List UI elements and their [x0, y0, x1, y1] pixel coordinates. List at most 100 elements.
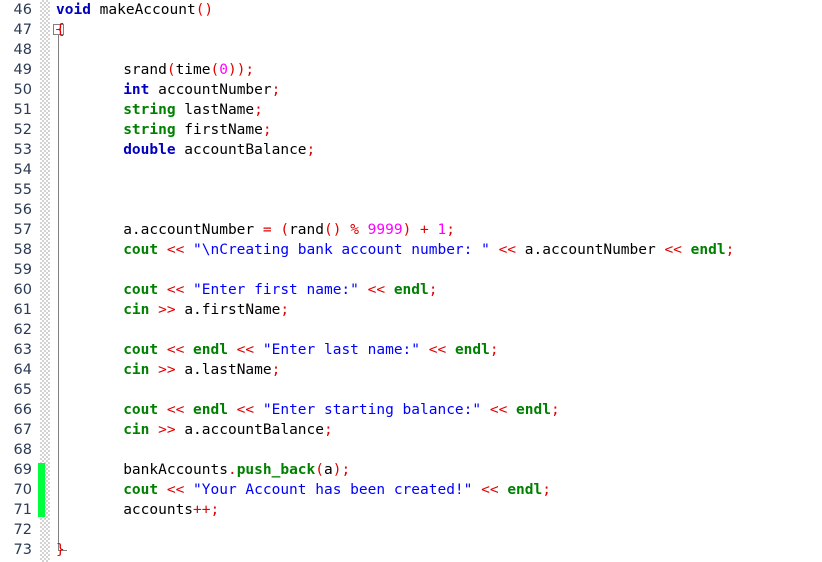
token-op: ; [550, 402, 560, 418]
code-line[interactable]: 68 [0, 440, 822, 460]
token-op: ; [280, 302, 290, 318]
token-op: << [227, 402, 263, 418]
code-text: void makeAccount() [56, 0, 213, 20]
code-line[interactable]: 58 cout << "\nCreating bank account numbe… [0, 240, 822, 260]
token-lib: endl [393, 282, 429, 298]
code-text: cin >> a.accountBalance; [123, 420, 333, 440]
line-number: 53 [13, 142, 32, 158]
token-str: "Enter first name:" [193, 282, 359, 298]
token-op: ) + [402, 222, 438, 238]
token-op: . [227, 462, 237, 478]
code-editor[interactable]: 46 void makeAccount() 47 {48 49 srand(time(0)… [0, 0, 822, 562]
code-text: bankAccounts.push_back(a); [123, 460, 350, 480]
line-number: 66 [13, 402, 32, 418]
code-line[interactable]: 50 int accountNumber; [0, 80, 822, 100]
code-line[interactable]: 55 [0, 180, 822, 200]
code-line[interactable]: 56 [0, 200, 822, 220]
token-lib: string [123, 122, 176, 138]
code-line[interactable]: 49 srand(time(0)); [0, 60, 822, 80]
token-plain: a.accountNumber [524, 242, 656, 258]
code-text: int accountNumber; [123, 80, 280, 100]
line-number: 56 [13, 202, 32, 218]
token-op: ; [324, 422, 333, 438]
code-line[interactable]: 53 double accountBalance; [0, 140, 822, 160]
code-line[interactable]: 70 cout << "Your Account has been created… [0, 480, 822, 500]
line-number: 51 [13, 102, 32, 118]
token-str: "Enter last name:" [262, 342, 421, 358]
token-lib: endl [454, 342, 490, 358]
code-line[interactable]: 48 [0, 40, 822, 60]
token-op: >> [149, 302, 185, 318]
token-lib: cout [123, 342, 159, 358]
code-line[interactable]: 51 string lastName; [0, 100, 822, 120]
token-plain: accountBalance [175, 142, 307, 158]
code-text: } [56, 540, 65, 560]
code-text: string firstName; [123, 120, 271, 140]
line-number: 54 [13, 162, 32, 178]
token-op: << [158, 242, 194, 258]
code-line[interactable]: 66 cout << endl << "Enter starting balanc… [0, 400, 822, 420]
line-number: 59 [13, 262, 32, 278]
code-line[interactable]: 46 void makeAccount() [0, 0, 822, 20]
token-plain: firstName [175, 122, 263, 138]
token-op: () [195, 2, 214, 18]
code-line[interactable]: 63 cout << endl << "Enter last name:" << … [0, 340, 822, 360]
token-op: << [158, 402, 194, 418]
code-text: cout << "Your Account has been created!"… [123, 480, 551, 500]
token-op: ++; [193, 502, 220, 518]
line-number: 69 [13, 462, 32, 478]
line-number: 70 [13, 482, 32, 498]
token-op: << [489, 242, 525, 258]
token-plain: a.lastName [184, 362, 272, 378]
code-line[interactable]: 69 bankAccounts.push_back(a); [0, 460, 822, 480]
code-line[interactable]: 64 cin >> a.lastName; [0, 360, 822, 380]
code-line[interactable]: 52 string firstName; [0, 120, 822, 140]
code-text: srand(time(0)); [123, 60, 254, 80]
code-lines[interactable]: 46 void makeAccount() 47 {48 49 srand(time(0)… [0, 0, 822, 562]
code-line[interactable]: 72 [0, 520, 822, 540]
token-op: << [227, 342, 263, 358]
line-number: 58 [13, 242, 32, 258]
code-line[interactable]: 62 [0, 320, 822, 340]
code-text: a.accountNumber = (rand() % 9999) + 1; [123, 220, 455, 240]
token-op: ( [210, 62, 220, 78]
code-line[interactable]: 73} [0, 540, 822, 560]
code-text: cin >> a.lastName; [123, 360, 280, 380]
code-line[interactable]: 47 { [0, 20, 822, 40]
token-op: >> [149, 422, 185, 438]
token-lib: endl [690, 242, 726, 258]
token-kw: void [56, 2, 91, 18]
token-plain: a.firstName [184, 302, 281, 318]
token-op: << [158, 482, 194, 498]
token-op: ; [271, 82, 281, 98]
line-number: 46 [13, 2, 32, 18]
token-str: "Your Account has been created!" [193, 482, 473, 498]
code-line[interactable]: 71 accounts++; [0, 500, 822, 520]
code-line[interactable]: 57 a.accountNumber = (rand() % 9999) + 1; [0, 220, 822, 240]
line-number: 62 [13, 322, 32, 338]
code-line[interactable]: 59 [0, 260, 822, 280]
token-plain: makeAccount [99, 2, 196, 18]
token-plain: accountNumber [149, 82, 272, 98]
line-number: 47 [13, 22, 32, 38]
token-lib: cout [123, 282, 159, 298]
code-text: cin >> a.firstName; [123, 300, 289, 320]
token-op: { [56, 22, 65, 38]
code-line[interactable]: 61 cin >> a.firstName; [0, 300, 822, 320]
line-number: 50 [13, 82, 32, 98]
token-op: ; [725, 242, 735, 258]
token-lib: push_back [236, 462, 316, 478]
token-op: % [350, 222, 368, 238]
code-line[interactable]: 54 [0, 160, 822, 180]
line-number: 63 [13, 342, 32, 358]
line-number: 52 [13, 122, 32, 138]
token-op: << [472, 482, 508, 498]
token-lib: cin [123, 302, 150, 318]
line-number: 64 [13, 362, 32, 378]
token-op: >> [149, 362, 185, 378]
code-line[interactable]: 60 cout << "Enter first name:" << endl; [0, 280, 822, 300]
token-lib: cout [123, 402, 159, 418]
code-line[interactable]: 67 cin >> a.accountBalance; [0, 420, 822, 440]
code-line[interactable]: 65 [0, 380, 822, 400]
